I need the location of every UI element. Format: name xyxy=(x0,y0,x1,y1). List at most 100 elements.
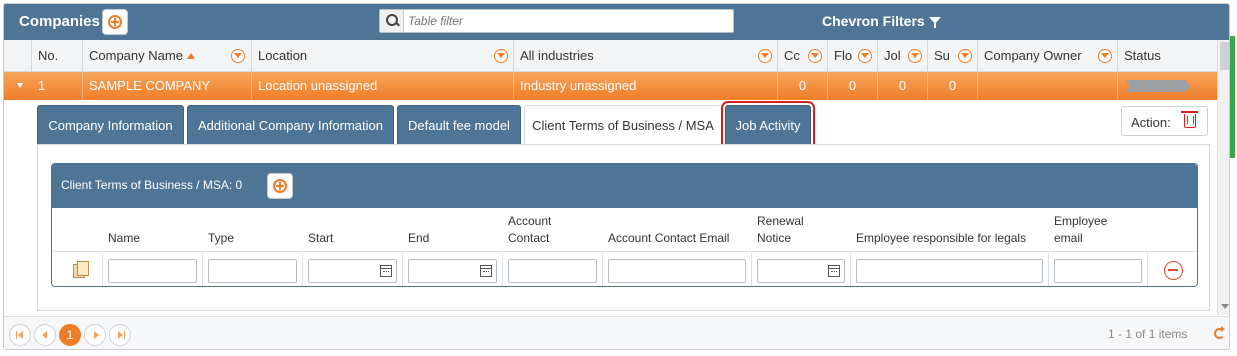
column-divider xyxy=(751,253,752,286)
tab-client-terms-of-business[interactable]: Client Terms of Business / MSA xyxy=(524,105,722,144)
column-divider xyxy=(202,253,203,286)
expand-column-header xyxy=(4,40,32,72)
company-detail-panel: Company Information Additional Company I… xyxy=(4,100,1217,315)
column-filter-icon[interactable] xyxy=(494,49,508,63)
action-label: Action: xyxy=(1131,115,1171,130)
chevron-filters-label[interactable]: Chevron Filters xyxy=(822,13,925,29)
calendar-icon[interactable] xyxy=(380,265,392,277)
col-header-renewal-notice: Renewal Notice xyxy=(757,214,804,245)
new-terms-row xyxy=(52,253,1197,286)
sort-ascending-icon xyxy=(186,53,195,59)
employee-responsible-input[interactable] xyxy=(856,259,1043,283)
refresh-icon[interactable] xyxy=(1214,326,1225,339)
column-filter-icon[interactable] xyxy=(858,49,872,63)
column-divider xyxy=(402,253,403,286)
start-date-input[interactable] xyxy=(308,259,397,283)
account-contact-email-input[interactable] xyxy=(608,259,746,283)
search-icon[interactable] xyxy=(380,10,404,32)
companies-toolbar: Companies Chevron Filters xyxy=(4,4,1229,40)
column-filter-icon[interactable] xyxy=(808,49,822,63)
column-divider xyxy=(1147,253,1148,286)
copy-icon[interactable] xyxy=(73,261,89,278)
column-divider xyxy=(102,253,103,286)
type-input[interactable] xyxy=(208,259,297,283)
cell-su: 0 xyxy=(928,72,978,100)
scroll-down-arrow[interactable] xyxy=(1221,304,1229,309)
cell-no: 1 xyxy=(32,72,83,100)
col-header-no[interactable]: No. xyxy=(32,40,83,72)
action-box: Action: xyxy=(1121,106,1208,136)
tab-additional-company-information[interactable]: Additional Company Information xyxy=(187,105,394,144)
table-row[interactable]: 1 SAMPLE COMPANY Location unassigned Ind… xyxy=(4,72,1217,100)
column-divider xyxy=(850,253,851,286)
prev-page-icon xyxy=(42,331,47,339)
client-terms-header: Client Terms of Business / MSA: 0 xyxy=(52,164,1197,208)
column-filter-icon[interactable] xyxy=(231,49,245,63)
cell-industry: Industry unassigned xyxy=(514,72,778,100)
cell-company-owner xyxy=(978,72,1118,100)
remove-row-icon[interactable] xyxy=(1164,261,1183,280)
col-header-account-contact-email: Account Contact Email xyxy=(608,231,730,245)
calendar-icon[interactable] xyxy=(480,265,492,277)
col-header-company-owner[interactable]: Company Owner xyxy=(978,40,1118,72)
client-terms-panel: Client Terms of Business / MSA: 0 Name T… xyxy=(51,163,1198,287)
tab-company-information[interactable]: Company Information xyxy=(37,105,184,144)
column-filter-icon[interactable] xyxy=(1098,49,1112,63)
first-page-button[interactable] xyxy=(9,324,31,346)
items-count: 1 - 1 of 1 items xyxy=(1108,327,1188,341)
next-page-button[interactable] xyxy=(84,324,106,346)
col-header-industries[interactable]: All industries xyxy=(514,40,778,72)
column-filter-icon[interactable] xyxy=(758,49,772,63)
renewal-notice-input[interactable] xyxy=(757,259,845,283)
filter-icon[interactable] xyxy=(929,17,941,28)
client-terms-title: Client Terms of Business / MSA: 0 xyxy=(61,178,243,192)
add-company-button[interactable] xyxy=(102,9,128,35)
cell-company-name[interactable]: SAMPLE COMPANY xyxy=(83,72,252,100)
last-page-icon xyxy=(118,331,123,339)
tab-content: Client Terms of Business / MSA: 0 Name T… xyxy=(37,144,1210,311)
pagination-bar: 1 1 - 1 of 1 items xyxy=(4,316,1229,349)
last-page-button[interactable] xyxy=(109,324,131,346)
col-header-employee-responsible: Employee responsible for legals xyxy=(856,231,1027,245)
col-header-end: End xyxy=(408,231,430,245)
column-filter-icon[interactable] xyxy=(908,49,922,63)
vertical-scrollbar[interactable] xyxy=(1217,40,1229,315)
col-header-jol[interactable]: Jol xyxy=(878,40,928,72)
side-indicator xyxy=(1230,36,1235,158)
col-header-type: Type xyxy=(208,231,235,245)
column-divider xyxy=(502,253,503,286)
trash-icon[interactable] xyxy=(1181,111,1198,128)
account-contact-input[interactable] xyxy=(508,259,597,283)
tab-default-fee-model[interactable]: Default fee model xyxy=(397,105,521,144)
column-divider xyxy=(1048,253,1049,286)
prev-page-button[interactable] xyxy=(34,324,56,346)
name-input[interactable] xyxy=(108,259,197,283)
scrollbar-thumb[interactable] xyxy=(1220,42,1229,70)
cell-location: Location unassigned xyxy=(252,72,514,100)
col-header-cc[interactable]: Cc xyxy=(778,40,828,72)
tab-job-activity[interactable]: Job Activity xyxy=(721,101,815,148)
status-chevrons xyxy=(1126,80,1190,95)
cell-jol: 0 xyxy=(878,72,928,100)
col-header-su[interactable]: Su xyxy=(928,40,978,72)
grid-header: No. Company Name Location All industries… xyxy=(4,40,1217,72)
column-divider xyxy=(602,253,603,286)
column-divider xyxy=(302,253,303,286)
column-filter-icon[interactable] xyxy=(958,49,972,63)
employee-email-input[interactable] xyxy=(1054,259,1142,283)
cell-cc: 0 xyxy=(778,72,828,100)
col-header-company-name[interactable]: Company Name xyxy=(83,40,252,72)
add-terms-button[interactable] xyxy=(267,173,293,199)
end-date-input[interactable] xyxy=(408,259,497,283)
calendar-icon[interactable] xyxy=(828,265,840,277)
current-page[interactable]: 1 xyxy=(59,324,81,346)
table-filter-input[interactable] xyxy=(408,12,728,30)
col-header-location[interactable]: Location xyxy=(252,40,514,72)
next-page-icon xyxy=(94,331,99,339)
page-title: Companies xyxy=(19,13,100,30)
plus-circle-icon xyxy=(108,15,122,29)
collapse-row-icon[interactable] xyxy=(17,83,23,88)
col-header-status[interactable]: Status xyxy=(1118,40,1217,72)
first-page-icon xyxy=(18,331,23,339)
col-header-flo[interactable]: Flo xyxy=(828,40,878,72)
